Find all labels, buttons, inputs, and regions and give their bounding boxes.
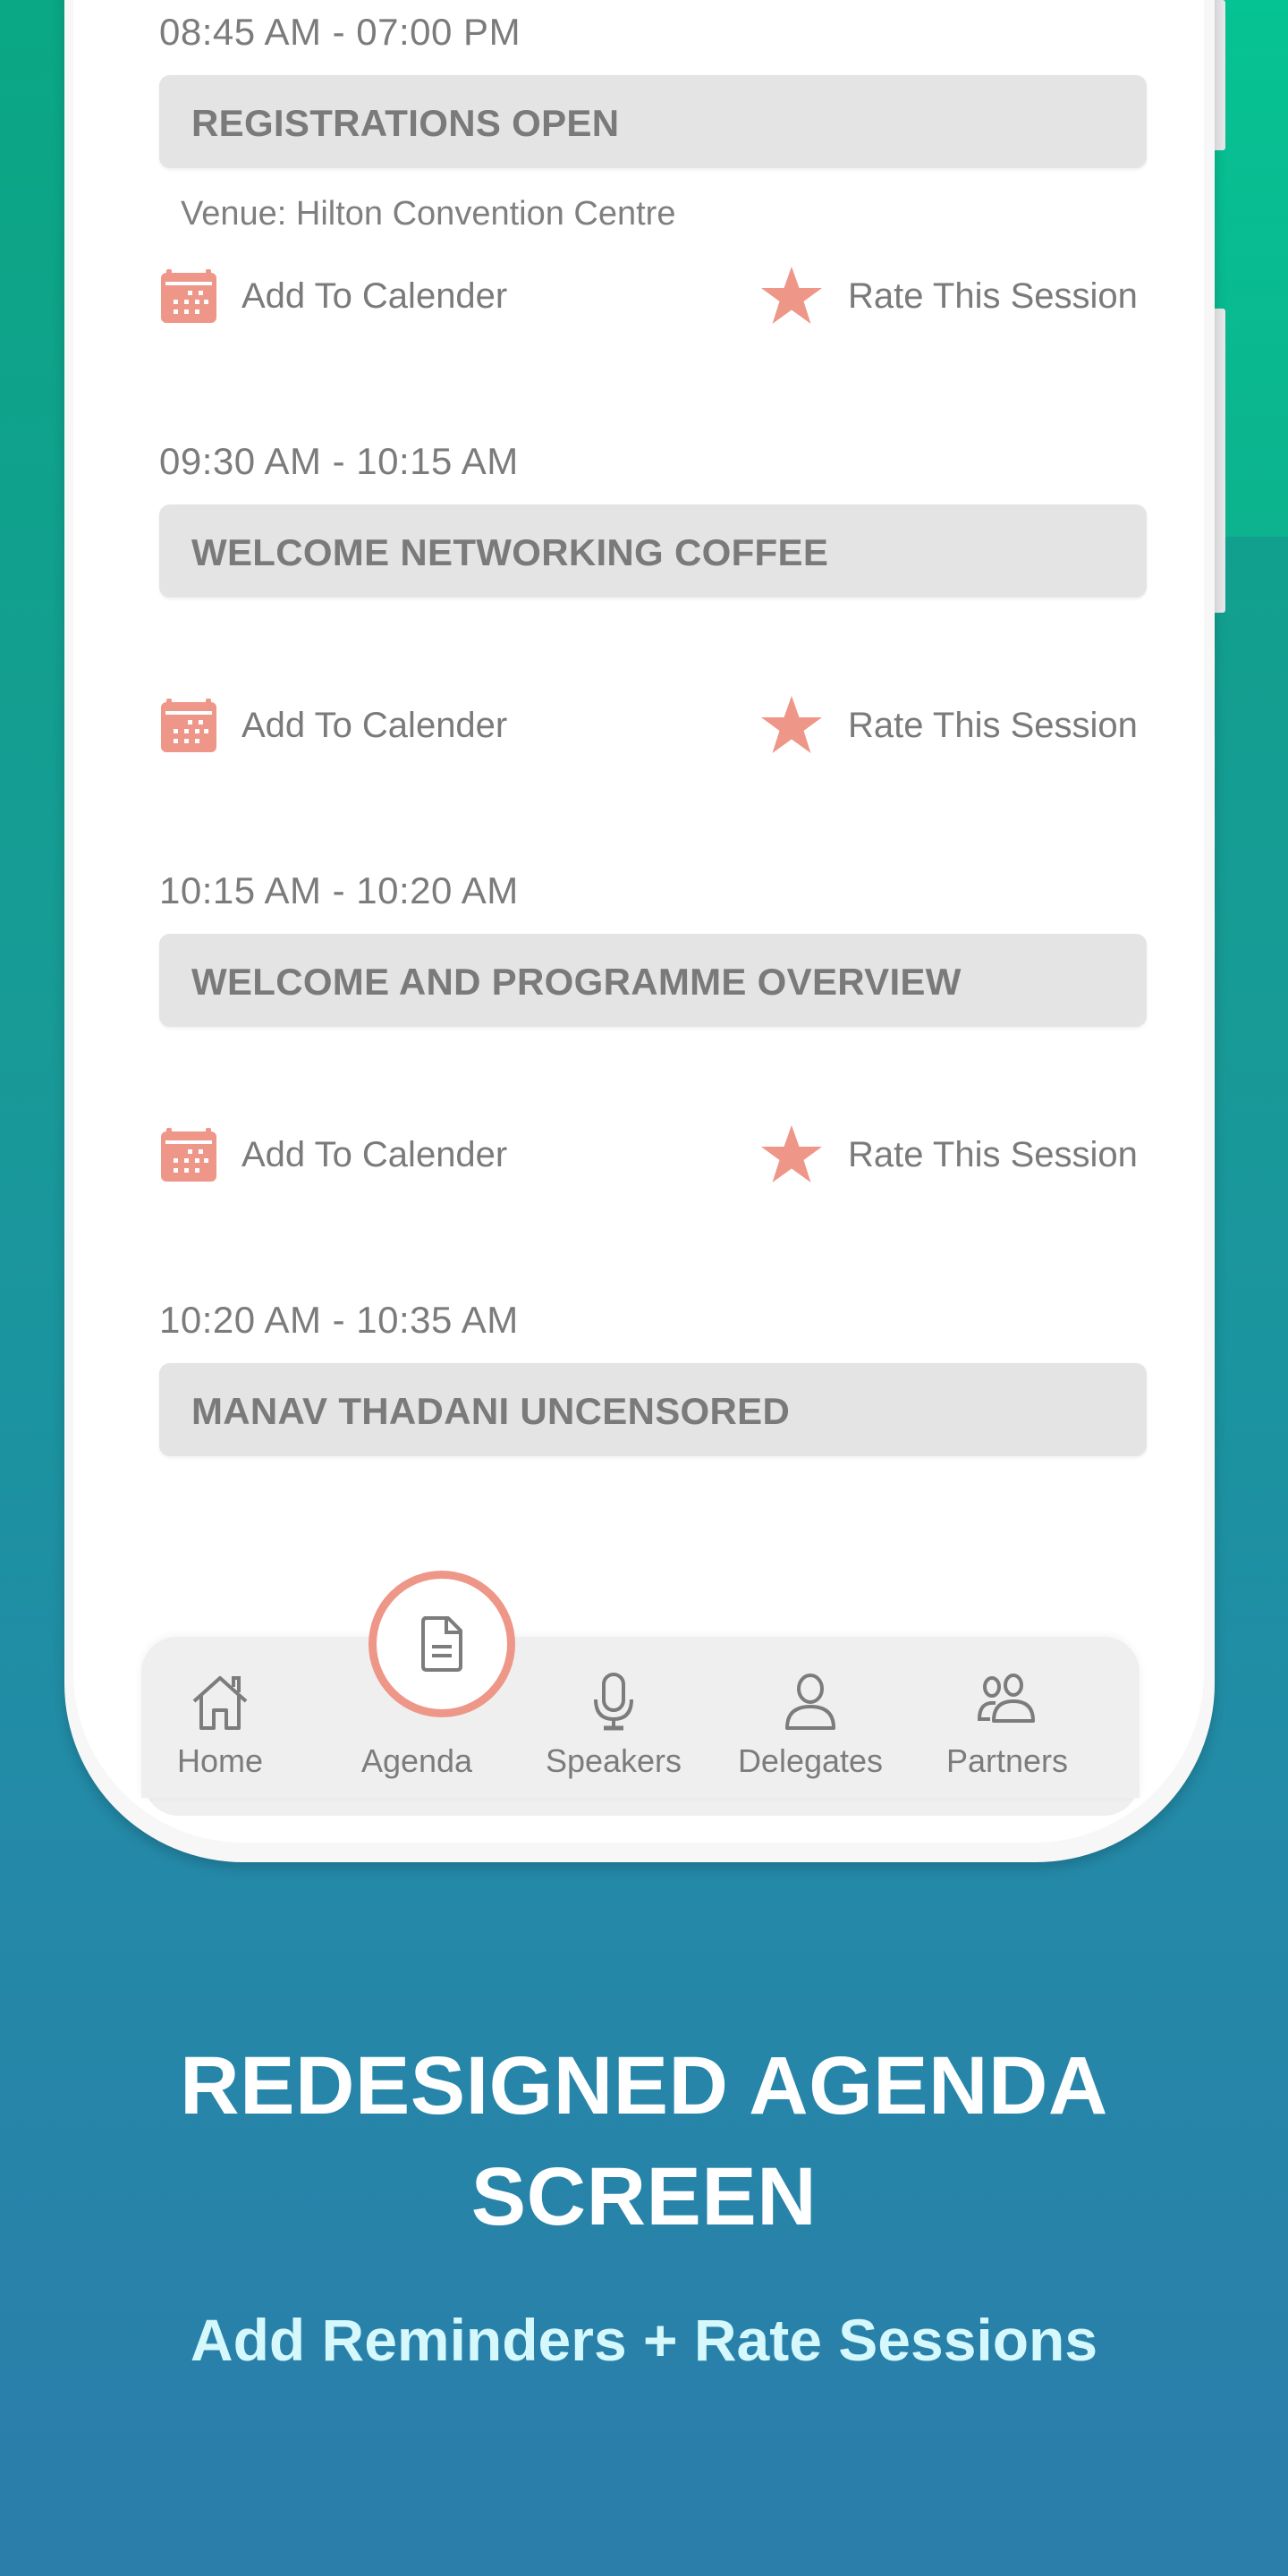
- people-icon: [977, 1674, 1035, 1723]
- add-to-calendar-button[interactable]: Add To Calender: [161, 265, 507, 327]
- phone-frame: 08:45 AM - 07:00 PM REGISTRATIONS OPEN V…: [64, 0, 1215, 1862]
- rate-session-button[interactable]: Rate This Session: [760, 265, 1138, 327]
- document-icon: [421, 1616, 462, 1672]
- session-actions: Add To Calender Rate This Session: [159, 694, 1147, 757]
- session-title-box[interactable]: WELCOME NETWORKING COFFEE: [159, 504, 1147, 597]
- calendar-icon: [161, 1128, 216, 1182]
- microphone-icon: [594, 1673, 633, 1731]
- nav-label: Agenda: [360, 1742, 473, 1779]
- add-to-calendar-button[interactable]: Add To Calender: [161, 694, 507, 757]
- nav-item-partners[interactable]: Partners: [918, 1637, 1097, 1798]
- home-icon: [192, 1676, 248, 1730]
- promo-subtitle: Add Reminders + Rate Sessions: [190, 2307, 1098, 2373]
- calendar-icon: [161, 269, 216, 323]
- bottom-nav: Home Agenda Speakers Delegates Partners: [141, 1637, 1140, 1798]
- session-time: 10:20 AM - 10:35 AM: [159, 1299, 519, 1341]
- promo-title: REDESIGNED AGENDA SCREEN: [0, 2030, 1288, 2252]
- add-to-calendar-label: Add To Calender: [242, 275, 508, 316]
- session-actions: Add To Calender Rate This Session: [159, 265, 1147, 327]
- rate-session-button[interactable]: Rate This Session: [760, 1123, 1138, 1186]
- session-venue: Venue: Hilton Convention Centre: [181, 195, 676, 233]
- phone-side-button: [1215, 0, 1225, 150]
- add-to-calendar-label: Add To Calender: [242, 705, 508, 745]
- session-title: MANAV THADANI UNCENSORED: [191, 1390, 791, 1432]
- session-title-box[interactable]: WELCOME AND PROGRAMME OVERVIEW: [159, 934, 1147, 1027]
- nav-label: Home: [176, 1742, 264, 1779]
- rate-session-label: Rate This Session: [848, 705, 1138, 745]
- session-title-box[interactable]: MANAV THADANI UNCENSORED: [159, 1363, 1147, 1456]
- session-actions: Add To Calender Rate This Session: [159, 1123, 1147, 1186]
- calendar-icon: [161, 699, 216, 752]
- session-title-box[interactable]: REGISTRATIONS OPEN: [159, 75, 1147, 168]
- agenda-active-indicator[interactable]: [369, 1571, 515, 1717]
- nav-label: Speakers: [545, 1742, 682, 1779]
- session-time: 10:15 AM - 10:20 AM: [159, 869, 519, 911]
- rate-session-label: Rate This Session: [848, 275, 1138, 316]
- add-to-calendar-button[interactable]: Add To Calender: [161, 1123, 507, 1186]
- session-time: 09:30 AM - 10:15 AM: [159, 440, 519, 482]
- rate-session-button[interactable]: Rate This Session: [760, 694, 1138, 757]
- add-to-calendar-label: Add To Calender: [242, 1134, 508, 1174]
- star-icon: [761, 267, 822, 324]
- nav-label: Partners: [945, 1742, 1069, 1779]
- promo-title-line1: REDESIGNED AGENDA: [180, 2040, 1108, 2131]
- session-title: REGISTRATIONS OPEN: [191, 102, 620, 144]
- star-icon: [761, 1125, 822, 1182]
- promo-title-line2: SCREEN: [470, 2151, 818, 2242]
- nav-item-speakers[interactable]: Speakers: [524, 1637, 703, 1798]
- star-icon: [761, 696, 822, 753]
- rate-session-label: Rate This Session: [848, 1134, 1138, 1174]
- session-title: WELCOME NETWORKING COFFEE: [191, 531, 829, 573]
- phone-side-button: [1215, 309, 1225, 613]
- person-icon: [785, 1674, 835, 1730]
- session-time: 08:45 AM - 07:00 PM: [159, 11, 521, 53]
- agenda-screen: 08:45 AM - 07:00 PM REGISTRATIONS OPEN V…: [73, 0, 1204, 1843]
- session-title: WELCOME AND PROGRAMME OVERVIEW: [191, 961, 962, 1003]
- nav-label: Delegates: [737, 1742, 884, 1779]
- nav-item-home[interactable]: Home: [131, 1637, 309, 1798]
- nav-item-delegates[interactable]: Delegates: [721, 1637, 900, 1798]
